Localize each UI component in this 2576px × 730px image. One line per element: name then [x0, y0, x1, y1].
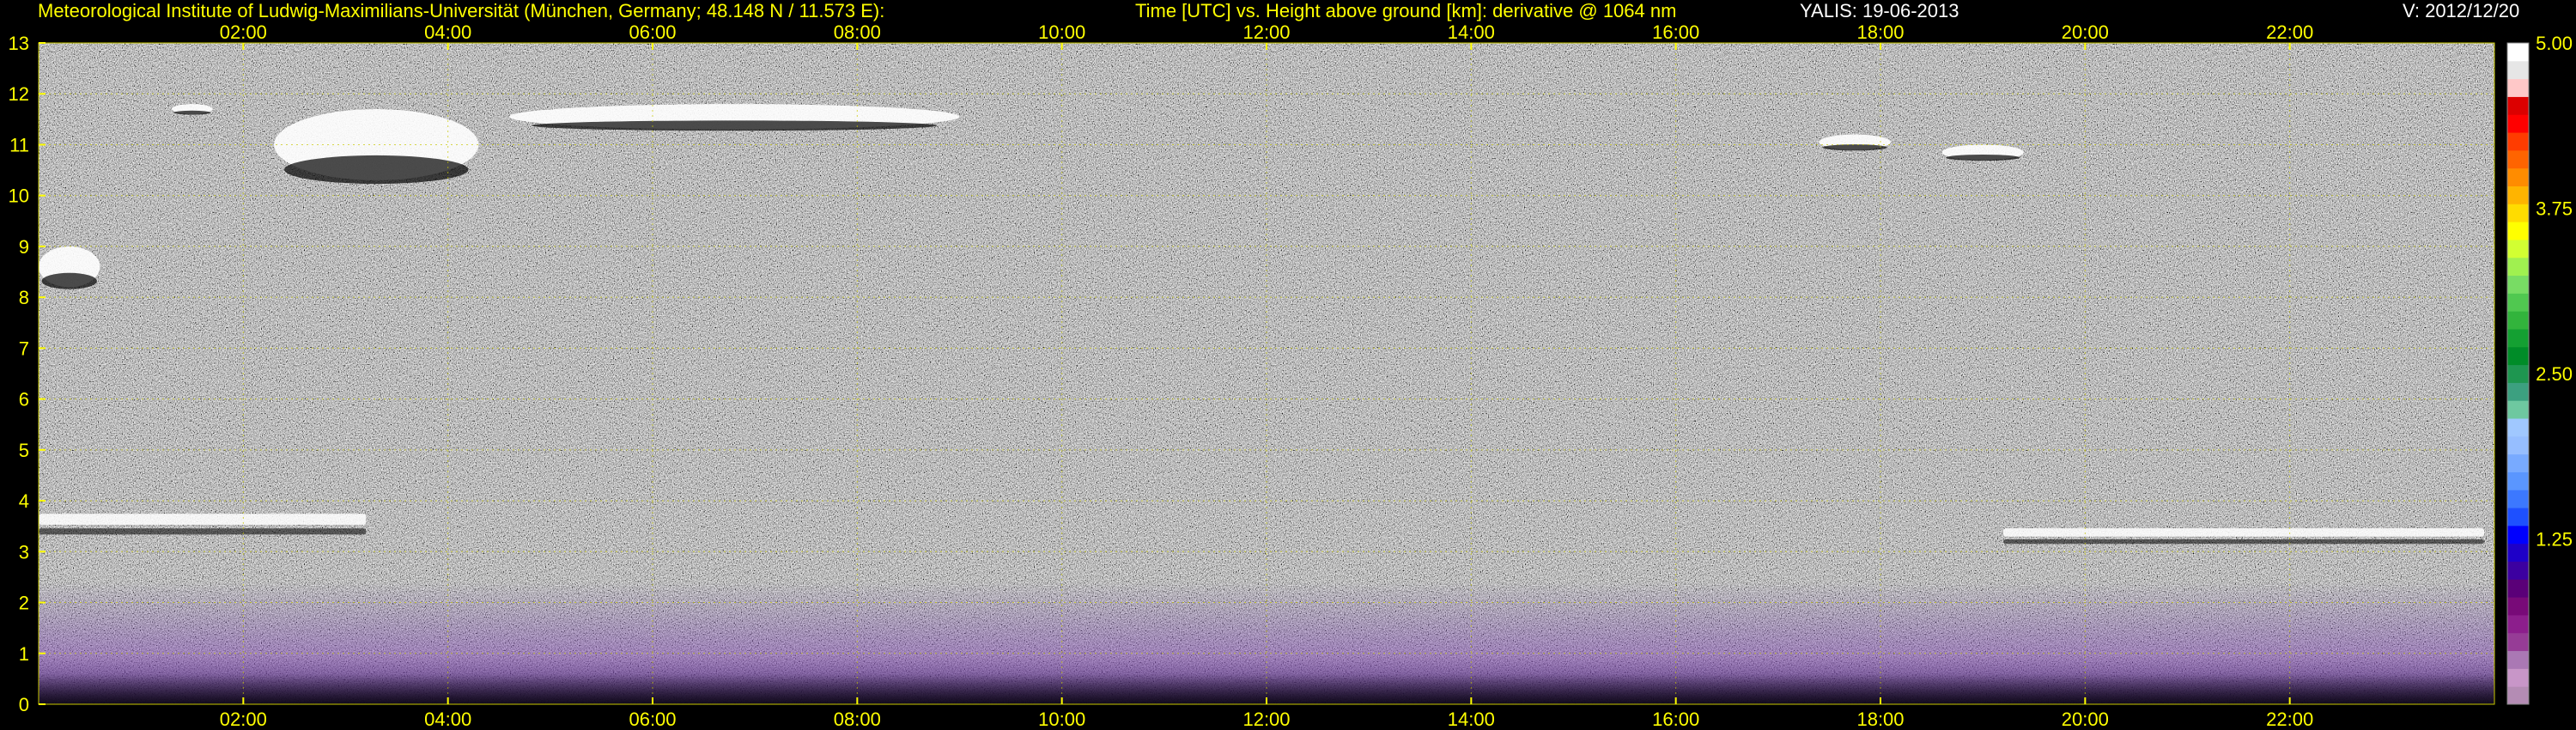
cirrus-cloud-shadow-3 — [41, 272, 97, 289]
colorbar-segment-34 — [2507, 78, 2529, 97]
cirrus-cloud-shadow-2 — [532, 120, 938, 131]
colorbar-segment-18 — [2507, 364, 2529, 383]
colorbar-segment-0 — [2507, 686, 2529, 705]
colorbar-segment-16 — [2507, 400, 2529, 419]
colorbar-segment-32 — [2507, 114, 2529, 133]
colorbar-segment-4 — [2507, 614, 2529, 634]
x-tick-label-bottom: 16:00 — [1652, 709, 1699, 730]
y-tick-label: 13 — [9, 33, 29, 54]
colorbar-label: 5.00 — [2536, 33, 2573, 54]
lidar-chart: 02:00 02:00 04:00 04:00 06:00 06:00 08:00 08:00… — [9, 21, 2573, 730]
colorbar-segment-23 — [2507, 275, 2529, 294]
colorbar-segment-29 — [2507, 167, 2529, 186]
aerosol-layer-shadow-6 — [39, 528, 367, 535]
colorbar-segment-35 — [2507, 60, 2529, 80]
y-tick-label: 11 — [9, 134, 29, 155]
x-tick-label-bottom: 12:00 — [1242, 709, 1290, 730]
colorbar-segment-21 — [2507, 311, 2529, 330]
y-tick-label: 6 — [19, 389, 29, 411]
colorbar-segment-6 — [2507, 579, 2529, 598]
y-tick-label: 7 — [19, 338, 29, 359]
x-tick-label-bottom: 22:00 — [2266, 709, 2313, 730]
colorbar-label: 3.75 — [2536, 198, 2573, 220]
colorbar-segment-36 — [2507, 43, 2529, 62]
x-tick-label-bottom: 14:00 — [1448, 709, 1495, 730]
colorbar-segment-3 — [2507, 632, 2529, 652]
y-tick-label: 5 — [19, 440, 29, 461]
x-tick-label-top: 06:00 — [629, 21, 676, 43]
colorbar-segment-12 — [2507, 471, 2529, 490]
y-tick-label: 2 — [19, 593, 29, 614]
y-tick-label: 10 — [9, 186, 29, 207]
x-tick-label-bottom: 04:00 — [424, 709, 471, 730]
y-tick-label: 0 — [19, 694, 29, 715]
x-tick-label-bottom: 18:00 — [1856, 709, 1904, 730]
x-tick-label-top: 04:00 — [424, 21, 471, 43]
y-tick-label: 3 — [19, 541, 29, 563]
colorbar-segment-15 — [2507, 418, 2529, 437]
x-tick-label-top: 08:00 — [834, 21, 881, 43]
x-tick-label-bottom: 20:00 — [2062, 709, 2109, 730]
colorbar-segment-7 — [2507, 561, 2529, 580]
colorbar-segment-8 — [2507, 543, 2529, 563]
x-tick-label-top: 20:00 — [2062, 21, 2109, 43]
x-tick-label-top: 16:00 — [1652, 21, 1699, 43]
colorbar-segment-5 — [2507, 597, 2529, 616]
x-tick-label-top: 12:00 — [1242, 21, 1290, 43]
x-tick-label-bottom: 10:00 — [1038, 709, 1085, 730]
colorbar-segment-13 — [2507, 453, 2529, 472]
x-tick-label-top: 22:00 — [2266, 21, 2313, 43]
aerosol-layer-shadow-7 — [2003, 538, 2485, 544]
x-tick-label-bottom: 02:00 — [220, 709, 267, 730]
x-tick-label-top: 18:00 — [1856, 21, 1904, 43]
cirrus-cloud-shadow-1 — [284, 155, 469, 185]
colorbar-label: 1.25 — [2536, 529, 2573, 551]
colorbar-segment-17 — [2507, 382, 2529, 401]
x-tick-label-top: 02:00 — [220, 21, 267, 43]
colorbar-segment-26 — [2507, 222, 2529, 240]
x-tick-label-bottom: 08:00 — [834, 709, 881, 730]
cirrus-cloud-shadow-5 — [1946, 155, 2020, 161]
colorbar-segment-14 — [2507, 435, 2529, 455]
colorbar-segment-25 — [2507, 239, 2529, 259]
y-tick-label: 9 — [19, 236, 29, 258]
colorbar-segment-1 — [2507, 668, 2529, 687]
colorbar-segment-24 — [2507, 257, 2529, 277]
cirrus-cloud-shadow-4 — [1822, 144, 1887, 151]
colorbar-segment-11 — [2507, 490, 2529, 508]
y-tick-label: 8 — [19, 287, 29, 308]
colorbar-segment-30 — [2507, 149, 2529, 169]
colorbar-label: 2.50 — [2536, 363, 2573, 385]
colorbar-segment-28 — [2507, 186, 2529, 204]
cirrus-cloud-shadow-0 — [173, 110, 211, 115]
colorbar-segment-10 — [2507, 508, 2529, 526]
x-tick-label-top: 14:00 — [1448, 21, 1495, 43]
y-tick-label: 4 — [19, 490, 29, 512]
y-tick-label: 1 — [19, 643, 29, 665]
colorbar-segment-2 — [2507, 650, 2529, 669]
colorbar-segment-27 — [2507, 204, 2529, 222]
colorbar-segment-9 — [2507, 525, 2529, 544]
x-tick-label-top: 10:00 — [1038, 21, 1085, 43]
aerosol-layer-7 — [2003, 528, 2485, 537]
colorbar-segment-33 — [2507, 96, 2529, 115]
x-tick-label-bottom: 06:00 — [629, 709, 676, 730]
colorbar-segment-19 — [2507, 346, 2529, 366]
aerosol-layer-6 — [39, 514, 367, 526]
colorbar-segment-31 — [2507, 132, 2529, 151]
colorbar-segment-20 — [2507, 328, 2529, 348]
y-tick-label: 12 — [9, 83, 29, 105]
colorbar-segment-22 — [2507, 293, 2529, 312]
